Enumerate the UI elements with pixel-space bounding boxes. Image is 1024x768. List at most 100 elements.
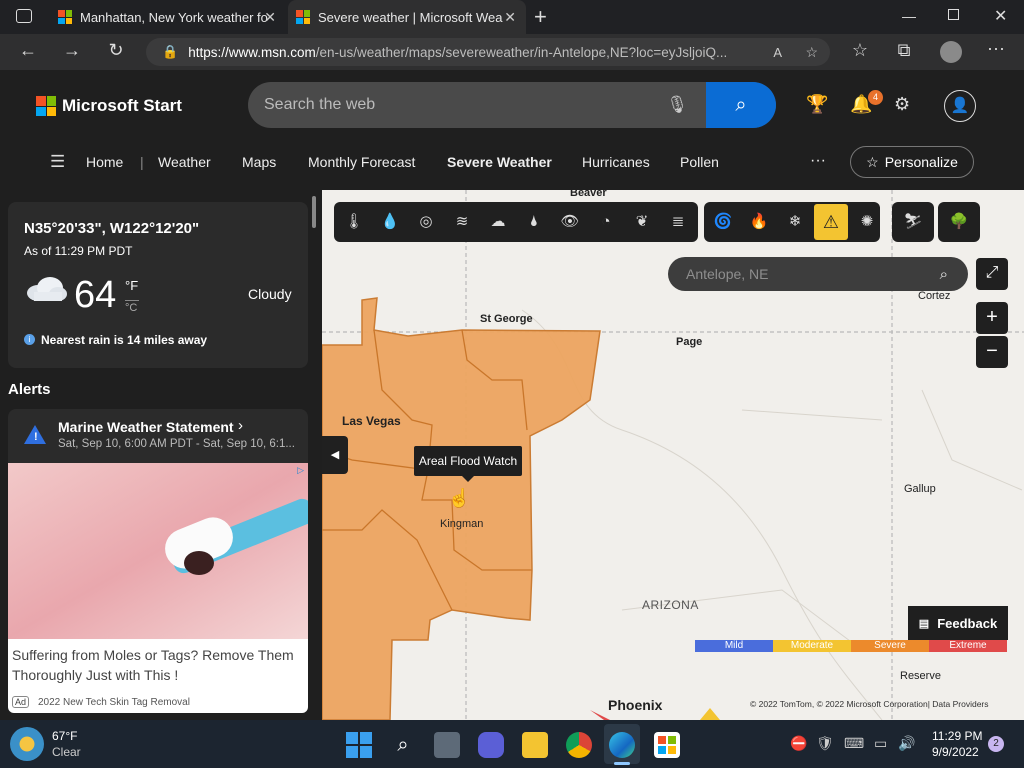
microsoft-start-logo[interactable]: Microsoft Start [36,96,182,116]
flood-watch-area [322,297,601,720]
city-label: Cortez [918,290,951,302]
microphone-icon[interactable]: 🎙 [666,95,688,115]
close-tab-icon[interactable]: ✕ [504,9,516,26]
nav-more-button[interactable]: ··· [810,152,826,170]
security-icon[interactable]: 🛡 [816,735,834,752]
minimize-icon[interactable]: — [902,8,916,24]
weather-widget-icon[interactable] [10,727,44,761]
close-tab-icon[interactable]: ✕ [264,9,276,26]
notification-center-badge[interactable]: 2 [988,736,1004,752]
unit-fahrenheit[interactable]: °F [125,278,138,293]
volume-icon[interactable]: 🔊 [898,735,915,752]
personalize-button[interactable]: ☆ Personalize [850,146,974,178]
earthquake-icon[interactable]: ✺ [856,211,878,233]
ad-image[interactable] [8,463,308,639]
radar-icon[interactable]: ◎ [415,211,437,233]
display-icon[interactable]: ▭ [874,735,887,752]
advertisement[interactable]: ▷ Suffering from Moles or Tags? Remove T… [8,463,308,713]
settings-more-icon[interactable]: ··· [984,38,1008,59]
visibility-icon[interactable]: 👁 [559,211,581,233]
back-icon[interactable]: ← [16,40,40,61]
severe-alert-icon[interactable]: ⚠ [814,204,848,240]
rewards-icon[interactable]: 🏆 [806,94,828,115]
start-menu-icon[interactable] [346,732,372,758]
gear-icon[interactable]: ⚙ [894,94,910,115]
add-favorite-icon[interactable]: ☆ [805,44,818,61]
severe-weather-map[interactable]: Beaver St George Page Cortez Las Vegas K… [322,190,1024,720]
network-off-icon[interactable]: ⛔ [790,735,807,752]
read-aloud-icon[interactable]: A [773,45,782,60]
windows-taskbar: 67°F Clear ⌕ ⛔ 🛡 ⌨ ▭ 🔊 11:29 PM 9/9/2022… [0,720,1024,768]
map-location-search[interactable]: Antelope, NE ⌕ [668,257,968,291]
file-explorer-icon[interactable] [522,732,548,758]
collections-icon[interactable]: ⧉ [892,40,916,61]
hurricane-icon[interactable]: 🌀 [712,211,734,233]
nav-pollen[interactable]: Pollen [680,154,719,170]
panel-scrollbar[interactable] [312,196,316,228]
temperature-icon[interactable]: 🌡 [343,211,365,233]
unit-divider [125,300,139,301]
nav-hurricanes[interactable]: Hurricanes [582,154,650,170]
chrome-icon[interactable] [566,732,592,758]
tree-icon[interactable]: 🌳 [948,211,970,233]
zoom-out-button[interactable]: − [976,336,1008,368]
store-icon[interactable] [654,732,680,758]
search-icon[interactable]: ⌕ [390,732,416,758]
tab-actions-icon[interactable] [16,9,32,23]
forward-icon[interactable]: → [60,40,84,61]
address-bar[interactable]: 🔒 https://www.msn.com/en-us/weather/maps… [146,38,830,66]
nav-monthly-forecast[interactable]: Monthly Forecast [308,154,415,170]
unit-celsius[interactable]: °C [125,302,137,314]
taskbar-temp[interactable]: 67°F [52,729,77,743]
humidity-icon[interactable]: 🌢 [523,211,545,233]
nav-severe-weather[interactable]: Severe Weather [447,154,552,170]
ad-choices-icon[interactable]: ▷ [297,465,304,476]
taskbar-condition[interactable]: Clear [52,745,81,759]
fullscreen-icon[interactable]: ⤢ [976,258,1008,290]
hamburger-menu-icon[interactable]: ☰ [50,152,65,172]
keyboard-icon[interactable]: ⌨ [844,735,864,752]
alert-item[interactable]: ! Marine Weather Statement › Sat, Sep 10… [8,409,308,463]
map-copyright: © 2022 TomTom, © 2022 Microsoft Corporat… [750,699,989,709]
ad-headline[interactable]: Suffering from Moles or Tags? Remove The… [12,645,302,685]
state-label: ARIZONA [642,598,699,612]
legend-mild: Mild [695,640,773,652]
air-quality-icon[interactable]: ≣ [667,211,689,233]
feedback-button[interactable]: ▤ Feedback [908,606,1008,640]
maximize-icon[interactable] [948,9,959,20]
web-search-box[interactable]: Search the web 🎙 ⌕ [248,82,776,128]
task-view-icon[interactable] [434,732,460,758]
nav-home[interactable]: Home [86,154,123,170]
tab-severe-weather[interactable]: Severe weather | Microsoft Wea ✕ [288,0,526,34]
profile-avatar[interactable] [940,41,962,63]
nearest-rain-note[interactable]: Nearest rain is 14 miles away [41,333,207,347]
cloud-layer-icon[interactable]: ☁ [487,211,509,233]
teams-chat-icon[interactable] [478,732,504,758]
account-icon[interactable]: 👤 [944,90,976,122]
ski-icon[interactable]: ⛷ [902,211,924,233]
pressure-icon[interactable]: ◔ [595,211,617,233]
clock-date[interactable]: 9/9/2022 [932,745,979,759]
temperature-value: 64 [74,274,117,316]
edge-icon[interactable] [609,732,635,758]
pollen-icon[interactable]: ❦ [631,211,653,233]
precipitation-icon[interactable]: 💧 [379,211,401,233]
zoom-in-button[interactable]: + [976,302,1008,334]
wind-icon[interactable]: ≋ [451,211,473,233]
wildfire-icon[interactable]: 🔥 [748,211,770,233]
lock-icon[interactable]: 🔒 [162,44,178,60]
current-weather-card[interactable]: N35°20'33", W122°12'20" As of 11:29 PM P… [8,202,308,368]
tab-manhattan-weather[interactable]: Manhattan, New York weather fo ✕ [48,0,286,34]
new-tab-icon[interactable]: + [534,4,547,30]
search-button[interactable]: ⌕ [706,82,776,128]
favorites-icon[interactable]: ☆ [848,40,872,61]
nav-maps[interactable]: Maps [242,154,276,170]
clock-time[interactable]: 11:29 PM [932,729,982,743]
personalize-label: Personalize [884,154,958,170]
collapse-panel-button[interactable]: ◀ [322,436,348,474]
snow-icon[interactable]: ❄ [784,211,806,233]
close-window-icon[interactable]: ✕ [994,6,1007,26]
refresh-icon[interactable]: ↻ [104,40,128,61]
nav-weather[interactable]: Weather [158,154,211,170]
search-icon[interactable]: ⌕ [940,266,948,283]
